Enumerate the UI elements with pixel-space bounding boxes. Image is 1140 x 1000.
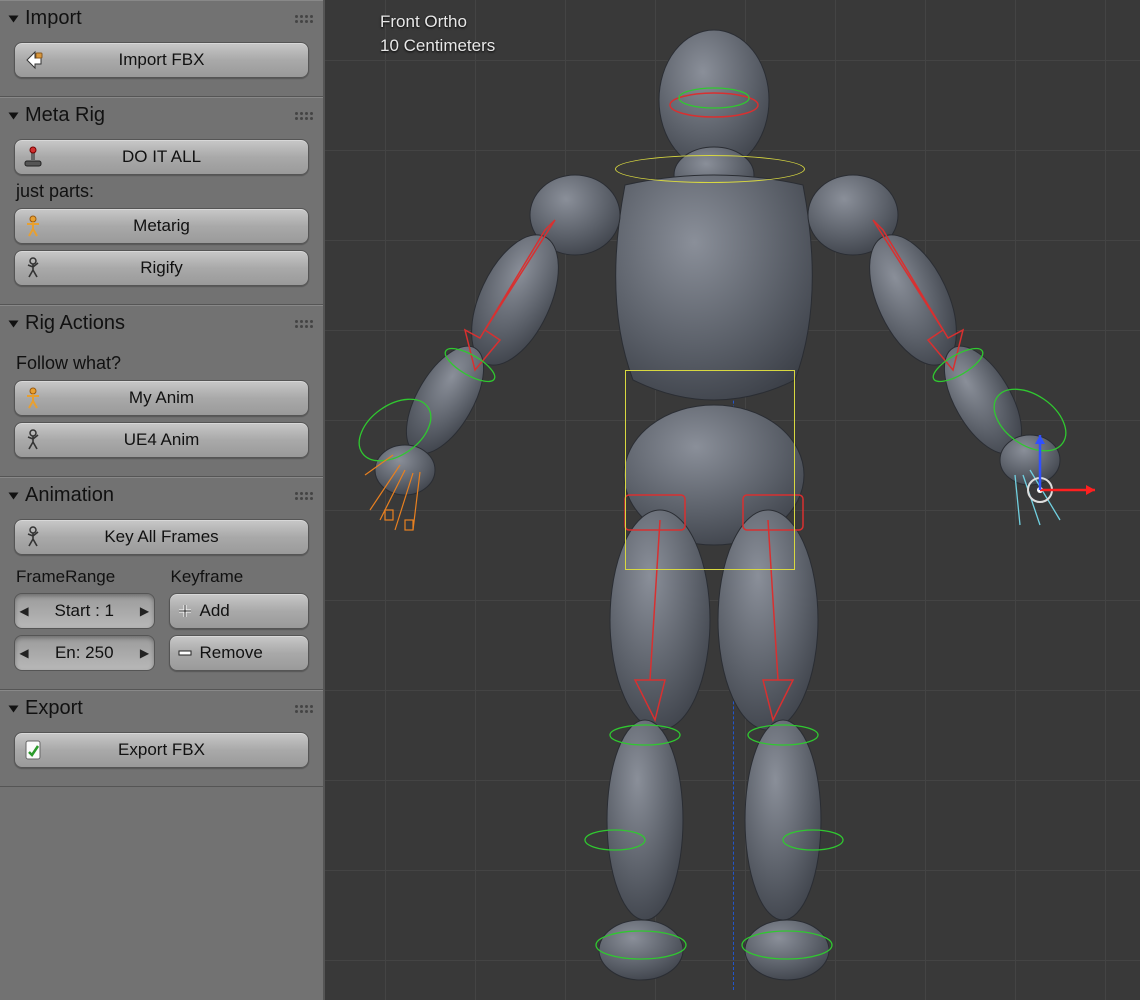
my-anim-button[interactable]: My Anim bbox=[14, 380, 309, 416]
button-label: Key All Frames bbox=[51, 527, 308, 547]
button-label: Rigify bbox=[51, 258, 308, 278]
do-it-all-button[interactable]: DO IT ALL bbox=[14, 139, 309, 175]
joystick-icon bbox=[15, 145, 51, 169]
export-fbx-button[interactable]: Export FBX bbox=[14, 732, 309, 768]
viewport-3d[interactable]: Front Ortho 10 Centimeters bbox=[325, 0, 1140, 1000]
keyframe-label: Keyframe bbox=[171, 567, 310, 587]
chevron-right-icon[interactable]: ▶ bbox=[136, 646, 154, 660]
rigify-button[interactable]: Rigify bbox=[14, 250, 309, 286]
panel-export: Export Export FBX bbox=[0, 690, 323, 787]
drag-grip-icon[interactable] bbox=[295, 112, 313, 120]
panel-rig-actions: Rig Actions Follow what? My Anim UE4 Ani… bbox=[0, 305, 323, 477]
pose-figure-icon bbox=[15, 525, 51, 549]
tool-sidebar: Import Import FBX Meta Rig DO IT ALL bbox=[0, 0, 325, 1000]
key-all-frames-button[interactable]: Key All Frames bbox=[14, 519, 309, 555]
keyframe-add-button[interactable]: Add bbox=[169, 593, 310, 629]
panel-title: Export bbox=[25, 697, 295, 720]
disclosure-triangle-icon bbox=[9, 492, 19, 499]
pose-figure-icon bbox=[15, 256, 51, 280]
drag-grip-icon[interactable] bbox=[295, 320, 313, 328]
armature-person-icon bbox=[15, 214, 51, 238]
panel-header-import[interactable]: Import bbox=[0, 1, 323, 36]
button-label: Metarig bbox=[51, 216, 308, 236]
button-label: Add bbox=[200, 601, 309, 621]
panel-animation: Animation Key All Frames FrameRange ◀ St… bbox=[0, 477, 323, 690]
import-arrow-icon bbox=[15, 48, 51, 72]
framerange-label: FrameRange bbox=[16, 567, 155, 587]
drag-grip-icon[interactable] bbox=[295, 15, 313, 23]
disclosure-triangle-icon bbox=[9, 15, 19, 22]
pose-figure-icon bbox=[15, 428, 51, 452]
chevron-left-icon[interactable]: ◀ bbox=[15, 646, 33, 660]
chevron-left-icon[interactable]: ◀ bbox=[15, 604, 33, 618]
plus-icon bbox=[170, 602, 200, 620]
panel-title: Meta Rig bbox=[25, 104, 295, 127]
follow-what-label: Follow what? bbox=[16, 353, 307, 374]
frame-end-field[interactable]: ◀ En: 250 ▶ bbox=[14, 635, 155, 671]
export-sheet-icon bbox=[15, 738, 51, 762]
button-label: DO IT ALL bbox=[51, 147, 308, 167]
panel-title: Import bbox=[25, 7, 295, 30]
selection-box[interactable] bbox=[625, 370, 795, 570]
metarig-button[interactable]: Metarig bbox=[14, 208, 309, 244]
disclosure-triangle-icon bbox=[9, 112, 19, 119]
chevron-right-icon[interactable]: ▶ bbox=[136, 604, 154, 618]
drag-grip-icon[interactable] bbox=[295, 705, 313, 713]
panel-header-export[interactable]: Export bbox=[0, 691, 323, 726]
field-value: En: 250 bbox=[33, 643, 136, 663]
panel-title: Rig Actions bbox=[25, 312, 295, 335]
button-label: Export FBX bbox=[51, 740, 308, 760]
button-label: Remove bbox=[200, 643, 309, 663]
button-label: UE4 Anim bbox=[51, 430, 308, 450]
panel-header-animation[interactable]: Animation bbox=[0, 478, 323, 513]
panel-header-rig-actions[interactable]: Rig Actions bbox=[0, 306, 323, 341]
armature-person-icon bbox=[15, 386, 51, 410]
field-value: Start : 1 bbox=[33, 601, 136, 621]
button-label: Import FBX bbox=[51, 50, 308, 70]
disclosure-triangle-icon bbox=[9, 705, 19, 712]
panel-import: Import Import FBX bbox=[0, 0, 323, 97]
minus-icon bbox=[170, 644, 200, 662]
just-parts-label: just parts: bbox=[16, 181, 307, 202]
neck-control-ring[interactable] bbox=[615, 155, 805, 183]
panel-meta-rig: Meta Rig DO IT ALL just parts: Metarig bbox=[0, 97, 323, 305]
disclosure-triangle-icon bbox=[9, 320, 19, 327]
keyframe-remove-button[interactable]: Remove bbox=[169, 635, 310, 671]
panel-header-meta-rig[interactable]: Meta Rig bbox=[0, 98, 323, 133]
button-label: My Anim bbox=[51, 388, 308, 408]
panel-title: Animation bbox=[25, 484, 295, 507]
frame-start-field[interactable]: ◀ Start : 1 ▶ bbox=[14, 593, 155, 629]
drag-grip-icon[interactable] bbox=[295, 492, 313, 500]
ue4-anim-button[interactable]: UE4 Anim bbox=[14, 422, 309, 458]
translate-gizmo[interactable] bbox=[1010, 430, 1100, 520]
import-fbx-button[interactable]: Import FBX bbox=[14, 42, 309, 78]
